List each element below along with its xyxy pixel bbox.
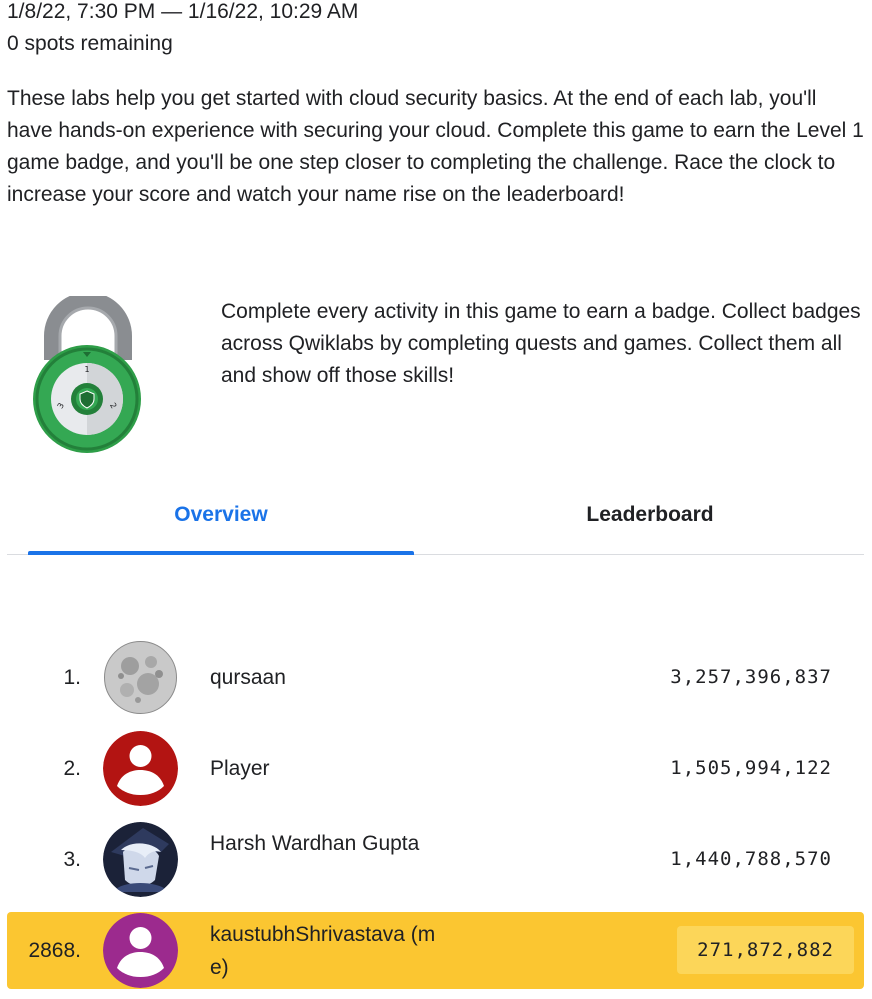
default-user-avatar-red-icon [103,731,178,806]
dial-number-1: 1 [84,365,89,374]
player-name: kaustubhShrivastava (me) [210,923,436,979]
rank: 2. [63,757,81,780]
leaderboard-row: 1. qursaan 3,257,396,837 [7,639,864,716]
player-name: Player [210,757,270,780]
leaderboard-row-me: 2868. kaustubhShrivastava (me) 271,872,8… [7,912,864,989]
player-name: qursaan [210,666,286,689]
player-score: 1,440,788,570 [670,848,832,870]
anime-character-avatar-icon [103,822,178,897]
player-score: 1,505,994,122 [670,757,832,779]
padlock-badge-icon: 1 2 3 [33,292,141,453]
moon-avatar-icon [103,640,178,715]
badge-image: 1 2 3 [30,292,146,456]
player-score: 3,257,396,837 [670,666,832,688]
tab-overview[interactable]: Overview [28,488,414,555]
default-user-avatar-purple-icon [103,913,178,988]
rank: 2868. [28,939,81,962]
event-dates: 1/8/22, 7:30 PM — 1/16/22, 10:29 AM [7,0,359,23]
tab-bar: Overview Leaderboard [7,488,864,555]
tab-leaderboard[interactable]: Leaderboard [457,488,843,554]
rank: 3. [63,848,81,871]
game-description: These labs help you get started with clo… [7,87,864,206]
leaderboard-row: 3. Harsh Wardhan Gupta 1,440,788,570 [7,821,864,898]
rank: 1. [63,666,81,689]
player-score: 271,872,882 [677,926,854,974]
spots-remaining: 0 spots remaining [7,32,173,55]
leaderboard-row: 2. Player 1,505,994,122 [7,730,864,807]
player-name: Harsh Wardhan Gupta [210,832,420,855]
badge-description: Complete every activity in this game to … [221,300,861,387]
